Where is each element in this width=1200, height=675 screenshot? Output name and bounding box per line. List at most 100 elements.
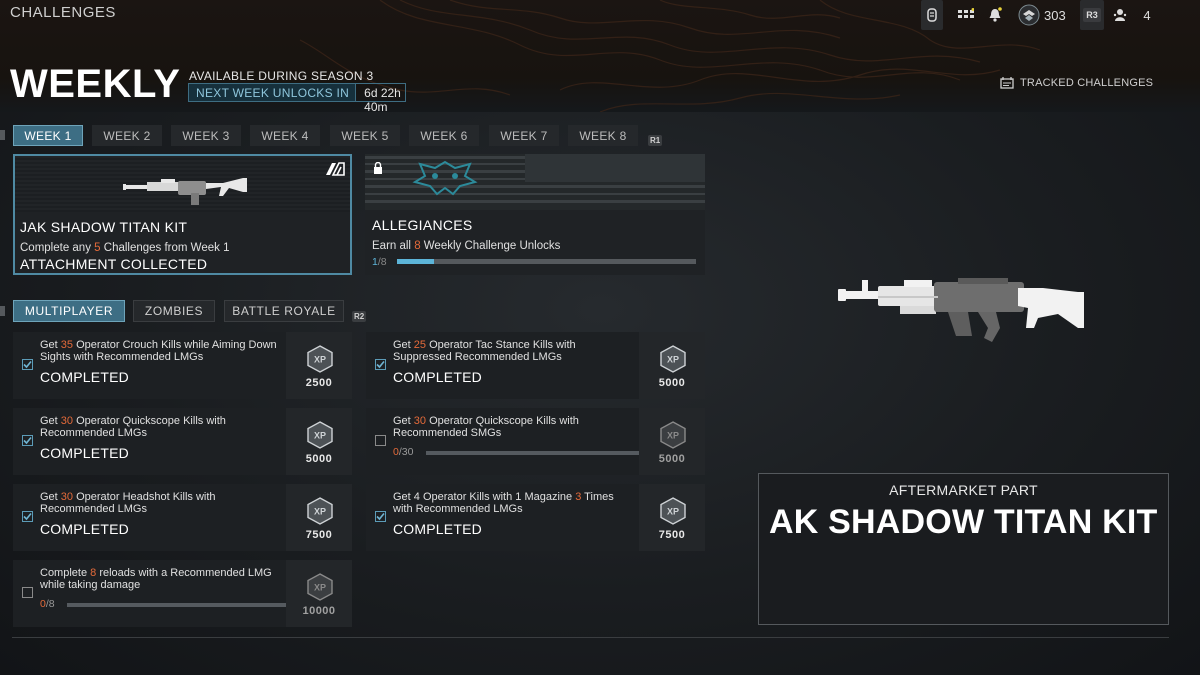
checkmark-icon [376,512,385,521]
xp-value: 5000 [658,453,686,465]
party-button[interactable] [1110,0,1130,30]
challenge-row[interactable]: Get 30 Operator Quickscope Kills with Re… [366,408,705,475]
challenge-status: COMPLETED [40,369,129,385]
availability-text: AVAILABLE DURING SEASON 3 [189,69,374,83]
desc-text: Get [40,339,61,351]
challenge-progress-text: 0/30 [393,446,413,458]
party-count: 4 [1143,7,1151,23]
progress-max: 8 [48,598,55,610]
challenge-main: Get 30 Operator Headshot Kills with Reco… [13,484,286,551]
l1-hint-marker [0,130,5,140]
xp-badge-icon: XP [307,497,333,525]
r2-hint: R2 [352,306,367,324]
rank-emblem-icon [1018,4,1040,26]
reward-progress-text: 1/8 [372,256,387,268]
checkmark-icon [23,436,32,445]
tracked-challenges-label: TRACKED CHALLENGES [1020,77,1154,89]
desc-text: Get 4 Operator Kills with 1 Magazine [393,491,576,503]
tab-battle-royale[interactable]: BATTLE ROYALE [224,300,344,322]
challenge-checkbox[interactable] [375,435,386,446]
challenge-checkbox[interactable] [375,511,386,522]
desc-text: Get [40,491,61,503]
challenge-row[interactable]: Complete 8 reloads with a Recommended LM… [13,560,352,627]
challenge-description: Get 30 Operator Quickscope Kills with Re… [393,415,633,439]
tab-week-7[interactable]: WEEK 7 [489,125,559,146]
next-unlock-time: 6d 22h 40m [355,84,405,114]
challenge-row[interactable]: Get 30 Operator Headshot Kills with Reco… [13,484,352,551]
player-level[interactable]: 303 [1018,0,1070,30]
tab-week-4[interactable]: WEEK 4 [250,125,320,146]
progress-max: 30 [401,446,414,458]
xp-reward: XP 5000 [639,332,705,399]
challenge-row[interactable]: Get 25 Operator Tac Stance Kills with Su… [366,332,705,399]
desc-text: Get [40,415,61,427]
tab-week-1[interactable]: WEEK 1 [13,125,83,146]
challenge-checkbox[interactable] [22,435,33,446]
challenge-checkbox[interactable] [22,587,33,598]
menu-grid-button[interactable] [953,0,979,30]
reward-detail-panel: AFTERMARKET PART AK SHADOW TITAN KIT [758,473,1169,625]
r1-hint-label: R1 [648,135,663,146]
weekly-heading: WEEKLY [10,62,181,106]
xp-value: 7500 [305,529,333,541]
r3-hint-button[interactable]: R3 [1080,0,1104,30]
next-unlock-timer: NEXT WEEK UNLOCKS IN 6d 22h 40m [188,83,406,114]
xp-reward: XP 5000 [286,408,352,475]
reward-progress-fill [397,259,435,264]
challenge-checkbox[interactable] [375,359,386,370]
xp-value: 5000 [305,453,333,465]
xp-reward: XP 5000 [639,408,705,475]
tab-week-6[interactable]: WEEK 6 [409,125,479,146]
tab-week-5[interactable]: WEEK 5 [330,125,400,146]
xp-reward: XP 7500 [639,484,705,551]
challenge-description: Complete 8 reloads with a Recommended LM… [40,567,280,591]
cod-points-icon [927,8,937,22]
currency-button[interactable] [921,0,943,30]
xp-reward: XP 2500 [286,332,352,399]
reward-card-status: ATTACHMENT COLLECTED [20,256,208,272]
challenge-status: COMPLETED [40,521,129,537]
tab-multiplayer[interactable]: MULTIPLAYER [13,300,125,322]
challenge-row[interactable]: Get 30 Operator Quickscope Kills with Re… [13,408,352,475]
desc-text: Operator Crouch Kills while Aiming Down … [40,339,277,363]
xp-value: 2500 [305,377,333,389]
weapon-preview-image [838,278,1084,342]
reward-card-title: JAK SHADOW TITAN KIT [20,219,188,235]
svg-text:XP: XP [667,507,679,517]
next-unlock-label: NEXT WEEK UNLOCKS IN [189,84,356,101]
challenge-row[interactable]: Get 35 Operator Crouch Kills while Aimin… [13,332,352,399]
desc-number: 30 [60,491,74,503]
lock-icon [374,162,382,174]
reward-card-desc: Complete any 5 Challenges from Week 1 [20,242,229,254]
challenge-checkbox[interactable] [22,511,33,522]
challenge-row[interactable]: Get 4 Operator Kills with 1 Magazine 3 T… [366,484,705,551]
r1-hint: R1 [648,130,663,148]
tab-zombies[interactable]: ZOMBIES [133,300,215,322]
challenge-checkbox[interactable] [22,359,33,370]
footer-divider [12,637,1169,638]
notifications-button[interactable] [984,0,1006,30]
tab-week-2[interactable]: WEEK 2 [92,125,162,146]
desc-number: 30 [60,415,74,427]
challenge-description: Get 30 Operator Headshot Kills with Reco… [40,491,280,515]
challenge-description: Get 4 Operator Kills with 1 Magazine 3 T… [393,491,633,515]
xp-badge-icon: XP [307,421,333,449]
challenge-description: Get 25 Operator Tac Stance Kills with Su… [393,339,633,363]
tab-week-3[interactable]: WEEK 3 [171,125,241,146]
svg-text:XP: XP [314,583,326,593]
desc-number: 30 [413,415,427,427]
detail-subtitle: AFTERMARKET PART [889,482,1038,498]
desc-number: 25 [413,339,427,351]
xp-badge-icon: XP [660,497,686,525]
challenge-main: Get 30 Operator Quickscope Kills with Re… [13,408,286,475]
reward-card-jak-shadow-titan[interactable]: JAK SHADOW TITAN KIT Complete any 5 Chal… [13,154,352,275]
challenge-main: Get 35 Operator Crouch Kills while Aimin… [13,332,286,399]
tab-week-8[interactable]: WEEK 8 [568,125,638,146]
checkmark-icon [23,360,32,369]
tracked-challenges-button[interactable]: TRACKED CHALLENGES [1000,77,1153,89]
svg-text:XP: XP [314,431,326,441]
desc-text: Get [393,339,414,351]
allegiances-banner [365,154,705,210]
reward-card-allegiances[interactable]: ALLEGIANCES Earn all 8 Weekly Challenge … [365,154,705,275]
gun-kit-icon [123,178,247,205]
